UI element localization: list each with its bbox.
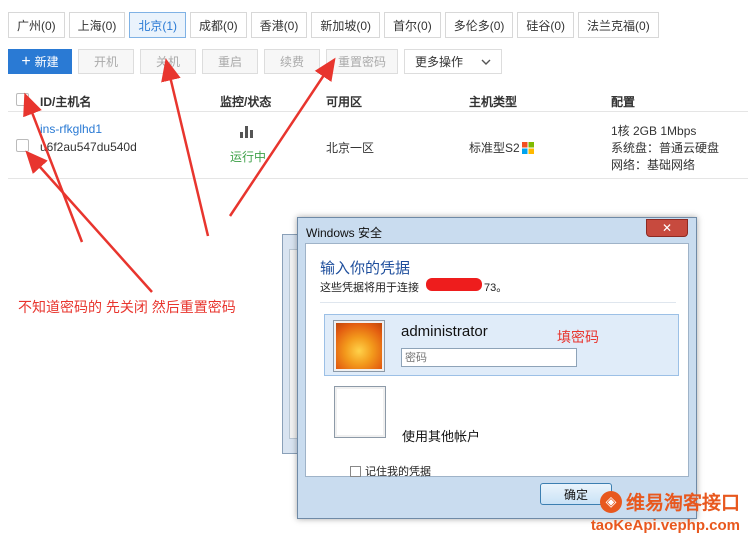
chevron-down-icon: [481, 59, 491, 65]
toolbar: + 新建 开机 关机 重启 续费 重置密码 更多操作: [8, 49, 502, 74]
header-config: 配置: [611, 95, 636, 109]
dialog-heading: 输入你的凭据: [320, 260, 411, 277]
region-tab-hongkong[interactable]: 香港(0): [250, 12, 308, 38]
table-header: ID/主机名 监控/状态 可用区 主机类型 配置: [8, 88, 748, 112]
region-tab-toronto[interactable]: 多伦多(0): [444, 12, 514, 38]
reset-password-button[interactable]: 重置密码: [326, 49, 398, 74]
watermark-title: 维易淘客接口: [625, 493, 740, 514]
config-disk: 系统盘：普通云硬盘: [611, 141, 720, 155]
header-type: 主机类型: [469, 95, 518, 109]
row-checkbox[interactable]: [16, 139, 29, 152]
start-button[interactable]: 开机: [78, 49, 134, 74]
region-tab-seoul[interactable]: 首尔(0): [384, 12, 441, 38]
region-tab-siliconvalley[interactable]: 硅谷(0): [517, 12, 575, 38]
windows-icon: [521, 141, 534, 154]
other-account-label[interactable]: 使用其他帐户: [402, 426, 480, 445]
more-actions-label: 更多操作: [415, 55, 464, 69]
config-network: 网络：基础网络: [611, 158, 696, 172]
remember-label: 记住我的凭据: [365, 466, 431, 478]
table-row: ins-rfkglhd1 u6f2au547du540d 运行中 北京一区 标准…: [8, 113, 748, 179]
region-tabs: 广州(0) 上海(0) 北京(1) 成都(0) 香港(0) 新加坡(0) 首尔(…: [8, 12, 659, 38]
monitor-chart-icon[interactable]: [240, 126, 254, 138]
host-type: 标准型S2: [469, 139, 534, 156]
renew-button[interactable]: 续费: [264, 49, 320, 74]
instance-hostname: u6f2au547du540d: [40, 140, 137, 154]
dialog-subtitle: 这些凭据将用于连接: [320, 282, 419, 294]
plus-icon: +: [21, 52, 31, 70]
annotation-note: 不知道密码的 先关闭 然后重置密码: [18, 299, 236, 315]
header-status: 监控/状态: [220, 95, 272, 109]
remember-checkbox[interactable]: [350, 465, 361, 477]
windows-security-dialog: Windows 安全 ✕ 输入你的凭据 这些凭据将用于连接 73。 admini…: [297, 217, 697, 519]
divider: [320, 302, 676, 303]
credential-tile-admin[interactable]: administrator 填密码: [324, 314, 679, 376]
zone-value: 北京一区: [326, 141, 375, 155]
new-button-label: 新建: [34, 55, 59, 69]
dialog-subtitle-tail: 73。: [484, 282, 508, 294]
host-type-label: 标准型S2: [469, 141, 520, 155]
watermark-url: taoKeApi.vephp.com: [590, 517, 740, 534]
restart-button[interactable]: 重启: [202, 49, 258, 74]
username: administrator: [401, 323, 488, 340]
redaction-mark: [426, 278, 482, 291]
watermark: ◈ 维易淘客接口 taoKeApi.vephp.com: [591, 488, 740, 534]
other-account-avatar[interactable]: [334, 386, 386, 438]
new-button[interactable]: + 新建: [8, 49, 72, 74]
region-tab-guangzhou[interactable]: 广州(0): [8, 12, 65, 38]
remember-credentials[interactable]: 记住我的凭据: [350, 463, 431, 479]
dialog-body: 输入你的凭据 这些凭据将用于连接 73。 administrator 填密码 使…: [305, 243, 689, 479]
region-tab-beijing[interactable]: 北京(1): [129, 12, 187, 38]
watermark-logo-icon: ◈: [599, 490, 622, 513]
status-badge: 运行中: [230, 150, 267, 164]
region-tab-singapore[interactable]: 新加坡(0): [311, 12, 381, 38]
instance-id-link[interactable]: ins-rfkglhd1: [40, 122, 102, 136]
header-id: ID/主机名: [40, 95, 92, 109]
select-all-checkbox[interactable]: [16, 93, 29, 106]
close-icon[interactable]: ✕: [646, 219, 688, 237]
more-actions-dropdown[interactable]: 更多操作: [404, 49, 502, 74]
dialog-title: Windows 安全: [306, 226, 383, 240]
password-field[interactable]: [401, 348, 577, 367]
stop-button[interactable]: 关机: [140, 49, 196, 74]
config-cpu: 1核 2GB 1Mbps: [611, 124, 697, 138]
user-avatar: [333, 320, 385, 372]
header-zone: 可用区: [326, 95, 363, 109]
annotation-fill-password: 填密码: [557, 329, 599, 345]
region-tab-shanghai[interactable]: 上海(0): [68, 12, 126, 38]
region-tab-chengdu[interactable]: 成都(0): [190, 12, 247, 38]
region-tab-frankfurt[interactable]: 法兰克福(0): [578, 12, 659, 38]
